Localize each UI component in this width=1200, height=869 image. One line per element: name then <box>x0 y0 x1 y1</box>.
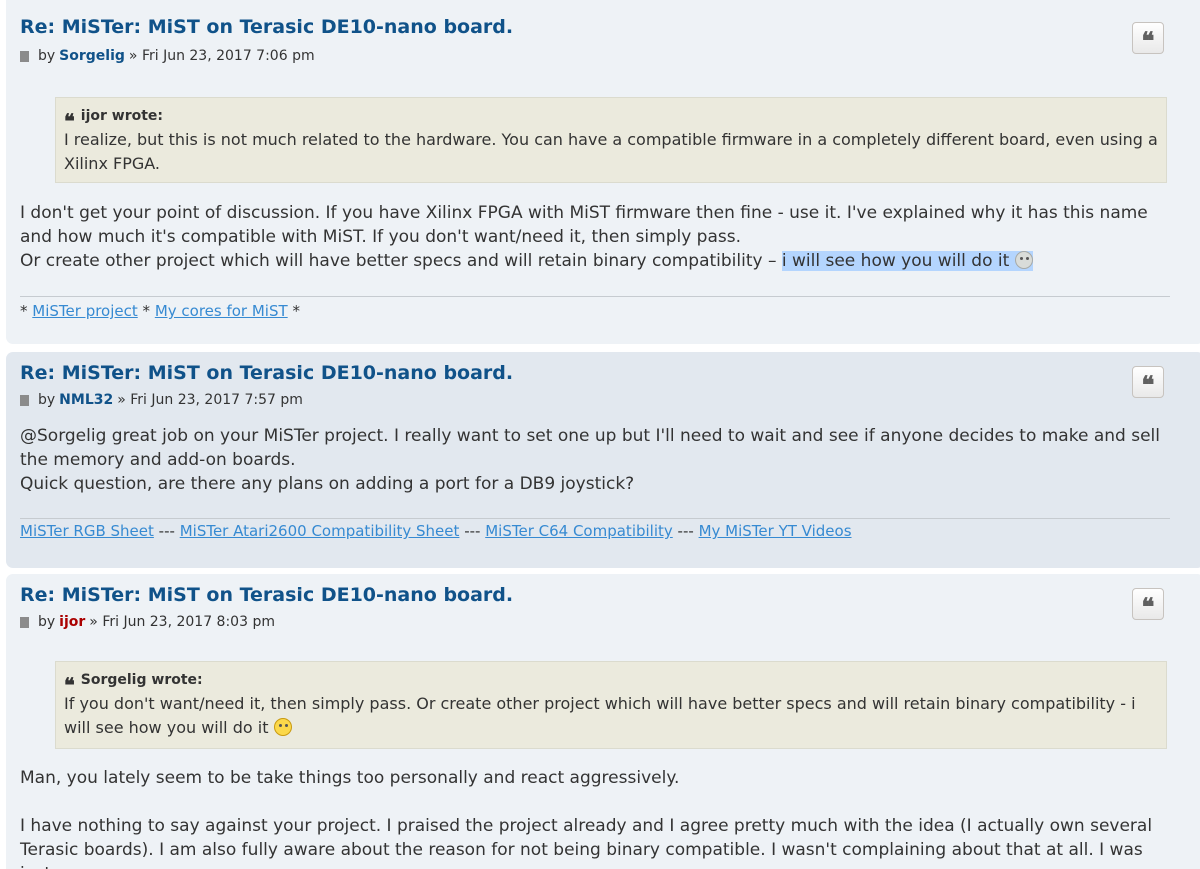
sig-link-c64-compat[interactable]: MiSTer C64 Compatibility <box>485 522 673 540</box>
document-icon[interactable] <box>20 50 29 62</box>
post-nml32: Re: MiSTer: MiST on Terasic DE10-nano bo… <box>6 352 1200 568</box>
selected-text: i will see how you will do it <box>781 251 1033 271</box>
post-title-link[interactable]: Re: MiSTer: MiST on Terasic DE10-nano bo… <box>20 362 513 384</box>
author-link[interactable]: Sorgelig <box>59 48 125 64</box>
wink-smiley-icon <box>273 718 292 736</box>
quote-text-content: If you don't want/need it, then simply p… <box>64 694 1136 737</box>
wink-smiley-icon <box>1014 251 1033 269</box>
post-paragraph: @Sorgelig great job on your MiSTer proje… <box>20 426 1160 470</box>
post-date: » Fri Jun 23, 2017 7:57 pm <box>117 392 303 408</box>
post-sorgelig: Re: MiSTer: MiST on Terasic DE10-nano bo… <box>6 0 1200 344</box>
quote-text: I realize, but this is not much related … <box>64 130 1158 173</box>
signature: * MiSTer project * My cores for MiST * <box>20 302 300 320</box>
quote-block: ❝ Sorgelig wrote: If you don't want/need… <box>55 661 1167 749</box>
quote-button[interactable]: ❝ <box>1132 366 1164 398</box>
author-link[interactable]: ijor <box>59 614 85 630</box>
quote-button[interactable]: ❝ <box>1132 22 1164 54</box>
sig-separator: * <box>292 302 300 320</box>
sig-separator: * <box>142 302 151 320</box>
sig-separator: --- <box>464 522 481 540</box>
quote-author: Sorgelig wrote: <box>80 672 203 688</box>
post-content: I don't get your point of discussion. If… <box>20 201 1164 273</box>
quote-block: ❝ ijor wrote: I realize, but this is not… <box>55 97 1167 183</box>
sig-link-my-cores[interactable]: My cores for MiST <box>155 302 288 320</box>
post-ijor: Re: MiSTer: MiST on Terasic DE10-nano bo… <box>6 574 1200 869</box>
sig-link-yt-videos[interactable]: My MiSTer YT Videos <box>699 522 852 540</box>
quote-icon: ❝ <box>1141 370 1155 399</box>
author-link[interactable]: NML32 <box>59 392 113 408</box>
post-paragraph: I don't get your point of discussion. If… <box>20 203 1148 247</box>
sig-separator: --- <box>158 522 175 540</box>
quote-button[interactable]: ❝ <box>1132 588 1164 620</box>
sig-separator: --- <box>677 522 694 540</box>
quote-icon: ❝ <box>1141 26 1155 55</box>
quote-icon: ❝ <box>1141 592 1155 621</box>
post-paragraph: Quick question, are there any plans on a… <box>20 474 635 494</box>
sig-separator: * <box>20 302 28 320</box>
post-paragraph: Or create other project which will have … <box>20 249 1164 273</box>
quote-mark-icon: ❝ <box>64 109 75 133</box>
post-paragraph: Man, you lately seem to be take things t… <box>20 768 680 788</box>
post-text: Or create other project which will have … <box>20 251 782 271</box>
signature-divider <box>20 296 1170 297</box>
sig-link-atari2600-sheet[interactable]: MiSTer Atari2600 Compatibility Sheet <box>180 522 460 540</box>
post-date: » Fri Jun 23, 2017 7:06 pm <box>128 48 315 64</box>
forum-topic-page: Re: MiSTer: MiST on Terasic DE10-nano bo… <box>0 0 1200 869</box>
document-icon[interactable] <box>20 616 29 628</box>
signature: MiSTer RGB Sheet --- MiSTer Atari2600 Co… <box>20 522 852 540</box>
signature-divider <box>20 518 1170 519</box>
sig-link-rgb-sheet[interactable]: MiSTer RGB Sheet <box>20 522 154 540</box>
post-meta: by ijor » Fri Jun 23, 2017 8:03 pm <box>20 614 275 630</box>
quote-mark-icon: ❝ <box>64 673 75 697</box>
by-label: by <box>38 392 56 408</box>
post-meta: by NML32 » Fri Jun 23, 2017 7:57 pm <box>20 392 303 408</box>
document-icon[interactable] <box>20 394 29 406</box>
post-paragraph: I have nothing to say against your proje… <box>20 816 1153 869</box>
by-label: by <box>38 614 56 630</box>
post-content: Man, you lately seem to be take things t… <box>20 766 1164 869</box>
post-title-link[interactable]: Re: MiSTer: MiST on Terasic DE10-nano bo… <box>20 16 513 38</box>
post-title-link[interactable]: Re: MiSTer: MiST on Terasic DE10-nano bo… <box>20 584 513 606</box>
sig-link-mister-project[interactable]: MiSTer project <box>32 302 137 320</box>
selected-text-content: i will see how you will do it <box>781 251 1010 271</box>
post-content: @Sorgelig great job on your MiSTer proje… <box>20 424 1164 496</box>
quote-header: ❝ Sorgelig wrote: <box>64 668 1158 697</box>
quote-header: ❝ ijor wrote: <box>64 104 1158 133</box>
by-label: by <box>38 48 56 64</box>
quote-text: If you don't want/need it, then simply p… <box>64 692 1158 740</box>
post-date: » Fri Jun 23, 2017 8:03 pm <box>89 614 275 630</box>
quote-author: ijor wrote: <box>80 108 164 124</box>
post-meta: by Sorgelig » Fri Jun 23, 2017 7:06 pm <box>20 48 315 64</box>
